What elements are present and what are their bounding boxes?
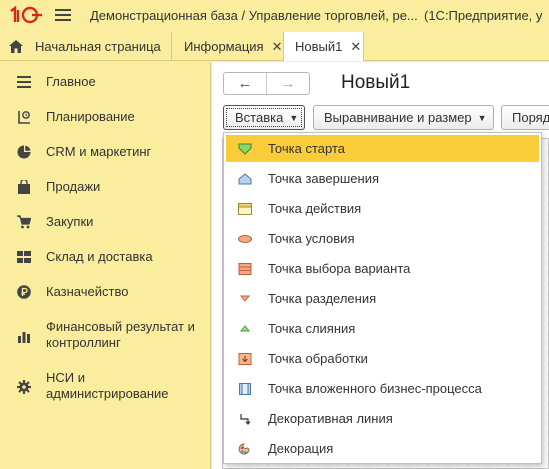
ruble-icon xyxy=(17,285,31,299)
menu-item-subprocess-point[interactable]: Точка вложенного бизнес-процесса xyxy=(226,375,539,402)
page-title: Новый1 xyxy=(341,72,411,93)
menu-item-label: Точка завершения xyxy=(268,171,380,186)
history-nav: ← → xyxy=(223,72,310,95)
forward-button[interactable]: → xyxy=(266,73,309,94)
menu-item-switch-point[interactable]: Точка выбора варианта xyxy=(226,255,539,282)
sidebar-item-treasury[interactable]: Казначейство xyxy=(0,282,211,302)
1c-logo[interactable] xyxy=(8,6,44,24)
close-icon[interactable]: ✕ xyxy=(272,39,283,55)
end-point-icon xyxy=(238,172,252,184)
sidebar-item-purchases[interactable]: Закупки xyxy=(0,212,211,232)
list-icon xyxy=(17,76,31,88)
order-button-label: Поряд xyxy=(512,110,549,125)
sidebar: Главное Планирование CRM и маркетинг Про… xyxy=(0,62,211,469)
sidebar-item-sales[interactable]: Продажи xyxy=(0,177,211,197)
tab-info-label: Информация xyxy=(184,39,264,54)
processing-point-icon xyxy=(238,352,252,365)
decoration-icon xyxy=(238,442,250,454)
menu-item-label: Точка действия xyxy=(268,201,362,216)
chevron-down-icon: ▼ xyxy=(477,112,487,123)
menu-item-label: Точка выбора варианта xyxy=(268,261,411,276)
sidebar-item-label: Продажи xyxy=(46,179,101,194)
start-point-icon xyxy=(238,143,252,155)
menu-item-label: Точка разделения xyxy=(268,291,377,306)
gear-icon xyxy=(17,380,31,394)
menu-item-condition-point[interactable]: Точка условия xyxy=(226,225,539,252)
menu-item-decorative-line[interactable]: Декоративная линия xyxy=(226,405,539,432)
warehouse-icon xyxy=(17,251,31,263)
sidebar-item-label: Казначейство xyxy=(46,284,129,299)
tab-new[interactable]: Новый1 ✕ xyxy=(284,32,364,61)
close-icon[interactable]: ✕ xyxy=(350,39,361,55)
align-size-button-label: Выравнивание и размер xyxy=(324,110,472,125)
title-bar: Демонстрационная база / Управление торго… xyxy=(0,0,549,32)
merge-point-icon xyxy=(239,324,251,331)
insert-button-label: Вставка xyxy=(235,110,284,125)
action-point-icon xyxy=(238,202,252,215)
subprocess-point-icon xyxy=(239,382,251,395)
tab-home[interactable]: Начальная страница xyxy=(0,32,172,61)
menu-item-label: Точка условия xyxy=(268,231,355,246)
sidebar-item-admin[interactable]: НСИ и администрирование xyxy=(0,368,211,404)
sidebar-item-finance[interactable]: Финансовый результат и контроллинг xyxy=(0,317,211,353)
planning-icon xyxy=(18,111,30,124)
sidebar-item-label: Планирование xyxy=(46,109,135,124)
align-size-button[interactable]: Выравнивание и размер ▼ xyxy=(313,105,494,130)
sidebar-item-label: Главное xyxy=(46,74,96,89)
menu-item-label: Точка вложенного бизнес-процесса xyxy=(268,381,482,396)
menu-item-start-point[interactable]: Точка старта xyxy=(226,135,539,162)
main-menu-icon[interactable] xyxy=(55,9,71,22)
pie-chart-icon xyxy=(17,145,31,159)
menu-item-end-point[interactable]: Точка завершения xyxy=(226,165,539,192)
sidebar-item-label: Склад и доставка xyxy=(46,249,153,264)
back-button[interactable]: ← xyxy=(224,73,266,94)
menu-item-label: Точка слияния xyxy=(268,321,356,336)
home-icon xyxy=(9,40,23,53)
menu-item-decoration[interactable]: Декорация xyxy=(226,435,539,462)
tab-new-label: Новый1 xyxy=(295,39,343,54)
shopping-bag-icon xyxy=(18,180,30,194)
menu-item-label: Точка старта xyxy=(268,141,345,156)
order-button[interactable]: Поряд xyxy=(501,105,549,130)
sidebar-item-label: Закупки xyxy=(46,214,94,229)
chevron-down-icon: ▼ xyxy=(289,112,299,123)
sidebar-item-label: Финансовый результат и контроллинг xyxy=(46,319,195,350)
sidebar-item-label: НСИ и администрирование xyxy=(46,370,169,401)
platform-title: (1С:Предприятие, у xyxy=(424,8,543,23)
tabs-bar: Начальная страница Информация ✕ Новый1 ✕ xyxy=(0,32,549,61)
insert-menu: Точка старта Точка завершения Точка дейс… xyxy=(223,132,542,464)
sidebar-item-main[interactable]: Главное xyxy=(0,72,211,92)
cart-icon xyxy=(17,215,31,229)
decorative-line-icon xyxy=(240,413,251,425)
sidebar-item-warehouse[interactable]: Склад и доставка xyxy=(0,247,211,267)
sidebar-item-planning[interactable]: Планирование xyxy=(0,107,211,127)
tab-info[interactable]: Информация ✕ xyxy=(172,32,284,61)
sidebar-item-label: CRM и маркетинг xyxy=(46,144,152,159)
menu-item-processing-point[interactable]: Точка обработки xyxy=(226,345,539,372)
split-point-icon xyxy=(239,295,251,302)
tab-home-label: Начальная страница xyxy=(35,39,161,54)
menu-item-split-point[interactable]: Точка разделения xyxy=(226,285,539,312)
switch-point-icon xyxy=(238,262,252,275)
sidebar-item-crm[interactable]: CRM и маркетинг xyxy=(0,142,211,162)
menu-item-merge-point[interactable]: Точка слияния xyxy=(226,315,539,342)
menu-item-label: Декорация xyxy=(268,441,334,456)
insert-button[interactable]: Вставка ▼ xyxy=(223,105,305,130)
bar-chart-icon xyxy=(18,332,30,343)
app-title: Демонстрационная база / Управление торго… xyxy=(90,8,418,23)
menu-item-label: Декоративная линия xyxy=(268,411,393,426)
menu-item-label: Точка обработки xyxy=(268,351,368,366)
condition-point-icon xyxy=(238,234,252,243)
menu-item-action-point[interactable]: Точка действия xyxy=(226,195,539,222)
